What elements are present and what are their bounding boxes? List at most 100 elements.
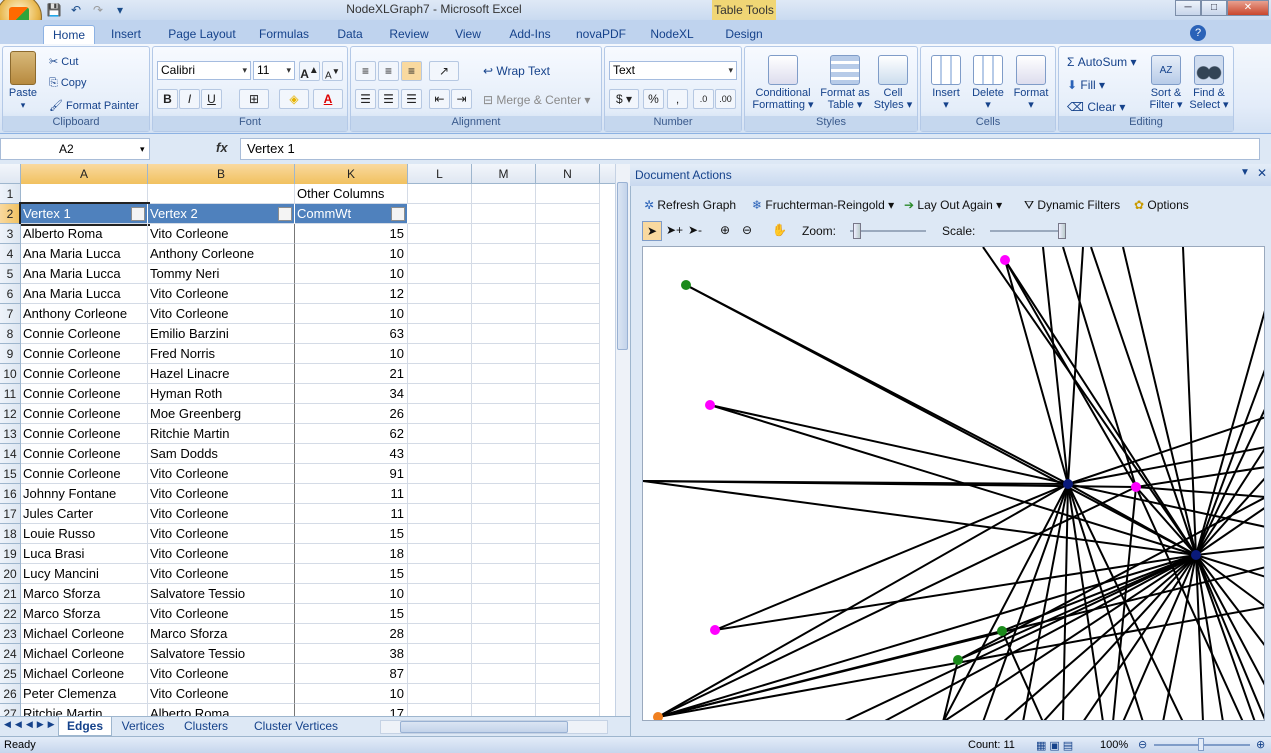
graph-vertex[interactable] (653, 712, 663, 721)
cell[interactable] (408, 464, 472, 484)
close-button[interactable]: ✕ (1227, 0, 1269, 16)
table-cell[interactable]: Ritchie Martin (148, 424, 295, 444)
pane-close-icon[interactable]: ✕ (1257, 166, 1267, 180)
align-middle-icon[interactable]: ≡ (378, 61, 399, 81)
cell[interactable] (536, 204, 600, 224)
fill-color-button[interactable]: ◈ (279, 89, 309, 109)
sheet-tab-clusters[interactable]: Clusters (176, 717, 236, 736)
cell[interactable] (536, 404, 600, 424)
align-left-icon[interactable]: ☰ (355, 89, 376, 109)
row-header[interactable]: 21 (0, 584, 21, 604)
cell[interactable] (21, 184, 148, 204)
table-cell[interactable]: Vito Corleone (148, 464, 295, 484)
table-cell[interactable]: Vito Corleone (148, 224, 295, 244)
table-cell[interactable]: 17 (295, 704, 408, 716)
decrease-indent-icon[interactable]: ⇤ (429, 89, 450, 109)
row-header[interactable]: 20 (0, 564, 21, 584)
cell[interactable] (536, 444, 600, 464)
zoom-slider-track[interactable] (850, 230, 926, 232)
table-cell[interactable]: Connie Corleone (21, 424, 148, 444)
table-cell[interactable]: 38 (295, 644, 408, 664)
format-cells-button[interactable]: Format ▾ (1009, 55, 1053, 111)
graph-edge[interactable] (1067, 247, 1084, 485)
zoom-out-icon[interactable]: ⊖ (742, 223, 752, 237)
cell[interactable] (472, 364, 536, 384)
table-cell[interactable]: 15 (295, 224, 408, 244)
cell[interactable] (536, 364, 600, 384)
zoom-in-status-icon[interactable]: ⊕ (1256, 738, 1265, 751)
lay-out-again-button[interactable]: ➔ Lay Out Again ▾ (904, 198, 1002, 212)
row-header[interactable]: 16 (0, 484, 21, 504)
table-cell[interactable]: Vito Corleone (148, 544, 295, 564)
table-cell[interactable]: Ana Maria Lucca (21, 264, 148, 284)
cell[interactable] (408, 324, 472, 344)
scale-slider-track[interactable] (990, 230, 1066, 232)
row-header[interactable]: 13 (0, 424, 21, 444)
table-cell[interactable]: Connie Corleone (21, 404, 148, 424)
tab-page-layout[interactable]: Page Layout (164, 25, 240, 44)
table-cell[interactable]: 15 (295, 564, 408, 584)
font-size-select[interactable]: 11 (253, 61, 295, 80)
tab-view[interactable]: View (448, 25, 488, 44)
table-cell[interactable]: Sam Dodds (148, 444, 295, 464)
table-cell[interactable]: Connie Corleone (21, 364, 148, 384)
graph-vertex[interactable] (1191, 550, 1201, 560)
cell[interactable] (408, 704, 472, 716)
row-header[interactable]: 6 (0, 284, 21, 304)
table-cell[interactable]: Vito Corleone (148, 684, 295, 704)
number-format-select[interactable]: Text (609, 61, 737, 80)
cell[interactable] (472, 504, 536, 524)
horizontal-scroll-thumb[interactable] (400, 721, 568, 733)
maximize-button[interactable]: □ (1201, 0, 1227, 16)
tab-novapdf[interactable]: novaPDF (572, 25, 630, 44)
align-bottom-icon[interactable]: ≡ (401, 61, 422, 81)
table-cell[interactable]: Hyman Roth (148, 384, 295, 404)
table-cell[interactable]: Anthony Corleone (148, 244, 295, 264)
cell[interactable] (472, 404, 536, 424)
row-header[interactable]: 9 (0, 344, 21, 364)
graph-edge[interactable] (643, 480, 1197, 556)
table-cell[interactable]: Michael Corleone (21, 644, 148, 664)
cell[interactable] (472, 604, 536, 624)
graph-vertex[interactable] (681, 280, 691, 290)
select-all-corner[interactable] (0, 164, 21, 184)
grow-font-button[interactable]: A▲ (299, 61, 320, 81)
cell[interactable] (408, 384, 472, 404)
row-header[interactable]: 27 (0, 704, 21, 716)
cell[interactable] (408, 344, 472, 364)
table-cell[interactable]: Louie Russo (21, 524, 148, 544)
table-cell[interactable]: 26 (295, 404, 408, 424)
cell[interactable] (408, 484, 472, 504)
italic-button[interactable]: I (179, 89, 200, 109)
row-header[interactable]: 3 (0, 224, 21, 244)
cell[interactable] (408, 664, 472, 684)
table-cell[interactable]: Moe Greenberg (148, 404, 295, 424)
graph-edge[interactable] (942, 659, 959, 721)
table-cell[interactable]: Vito Corleone (148, 524, 295, 544)
table-cell[interactable]: Jules Carter (21, 504, 148, 524)
cell[interactable] (536, 484, 600, 504)
insert-function-icon[interactable]: fx (216, 140, 228, 155)
cell[interactable] (408, 264, 472, 284)
sheet-tab-cluster-vertices[interactable]: Cluster Vertices (240, 717, 352, 736)
minimize-button[interactable]: ─ (1175, 0, 1201, 16)
insert-cells-button[interactable]: Insert ▾ (925, 55, 967, 111)
cell[interactable] (408, 284, 472, 304)
column-header-k[interactable]: K (295, 164, 408, 184)
cell[interactable] (472, 264, 536, 284)
row-header[interactable]: 25 (0, 664, 21, 684)
cell[interactable] (472, 204, 536, 224)
cell[interactable] (408, 204, 472, 224)
row-header[interactable]: 18 (0, 524, 21, 544)
cell[interactable] (536, 184, 600, 204)
table-cell[interactable]: Luca Brasi (21, 544, 148, 564)
row-header[interactable]: 7 (0, 304, 21, 324)
cell[interactable] (536, 664, 600, 684)
cell[interactable] (536, 584, 600, 604)
row-header[interactable]: 4 (0, 244, 21, 264)
dynamic-filters-button[interactable]: ⛛ Dynamic Filters (1024, 198, 1120, 213)
table-cell[interactable]: 62 (295, 424, 408, 444)
column-header-b[interactable]: B (148, 164, 295, 184)
cell[interactable] (408, 364, 472, 384)
bold-button[interactable]: B (157, 89, 178, 109)
